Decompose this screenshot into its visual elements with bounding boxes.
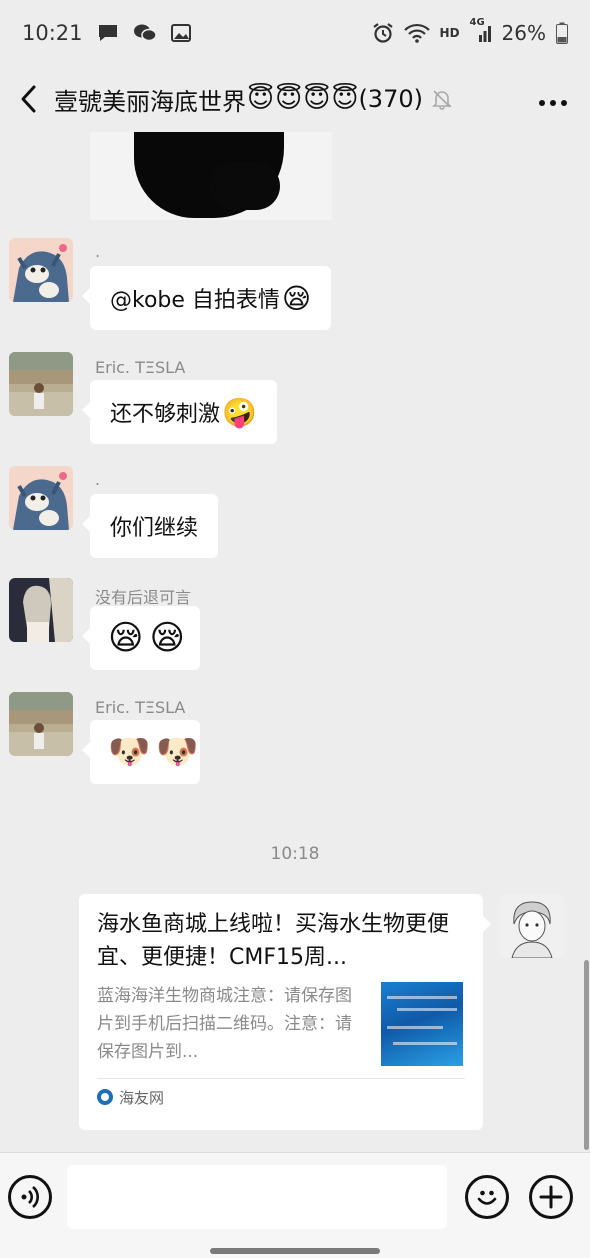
emoji-button[interactable] — [465, 1175, 509, 1219]
card-body: 蓝海海洋生物商城注意：请保存图片到手机后扫描二维码。注意：请保存图片到... — [97, 982, 465, 1066]
link-card[interactable]: 海水鱼商城上线啦！买海水生物更便宜、更便捷！CMF15周... 蓝海海洋生物商城… — [79, 894, 491, 1130]
sender-name: . — [95, 242, 101, 261]
message-emoji: 😪 — [281, 281, 312, 315]
anime-girl-avatar[interactable] — [9, 578, 73, 642]
sticker: 😪 — [108, 618, 144, 658]
title-emoji: 😇 — [331, 84, 359, 114]
title-emoji: 😇 — [247, 84, 275, 114]
title-emoji: 😇 — [303, 84, 331, 114]
message-emoji: 🤪 — [222, 395, 257, 429]
card-title: 海水鱼商城上线啦！买海水生物更便宜、更便捷！CMF15周... — [97, 912, 450, 970]
message-bubble[interactable]: 你们继续 — [81, 494, 219, 558]
card-description: 蓝海海洋生物商城注意：请保存图片到手机后扫描二维码。注意：请保存图片到... — [97, 986, 352, 1062]
home-indicator[interactable] — [210, 1248, 380, 1254]
status-right: HD 4G 26% — [372, 17, 568, 45]
voice-icon — [21, 1186, 39, 1208]
emoji-icon — [477, 1190, 497, 1205]
card-thumbnail — [381, 982, 463, 1066]
input-bar — [0, 1152, 590, 1258]
sender-name: . — [95, 470, 101, 489]
chat-title[interactable]: 壹號美丽海底世界 😇 😇 😇 😇 (370) — [54, 82, 423, 117]
status-bar: 10:21 HD 4G 26% — [0, 0, 590, 66]
wechat-icon — [133, 23, 157, 43]
sticker: 😪 — [149, 618, 185, 658]
message-text: @kobe 自拍表情 — [110, 288, 280, 313]
source-name: 海友网 — [119, 1088, 165, 1107]
sticker: 🐶 — [108, 732, 151, 772]
message-bubble[interactable]: @kobe 自拍表情 😪 — [81, 266, 332, 330]
message-icon — [97, 23, 119, 43]
source-logo-icon — [97, 1089, 113, 1105]
mute-bell-icon — [431, 88, 453, 110]
image-content — [210, 162, 280, 210]
battery-icon — [556, 22, 568, 44]
message-timestamp: 10:18 — [270, 844, 320, 864]
group-name: 壹號美丽海底世界 — [54, 87, 246, 116]
message-input[interactable] — [67, 1165, 447, 1229]
more-button[interactable] — [538, 84, 578, 114]
sticker-message[interactable]: 🐶 🐶 — [82, 720, 200, 784]
battery-text: 26% — [501, 21, 546, 45]
more-icon — [539, 100, 567, 106]
voice-button[interactable] — [8, 1175, 52, 1219]
message-bubble[interactable]: 还不够刺激 🤪 — [82, 380, 277, 444]
signal-icon: 4G — [470, 17, 492, 43]
crowd-photo-avatar[interactable] — [9, 352, 73, 416]
sticker-message[interactable]: 😪 😪 — [82, 606, 200, 670]
more-functions-button[interactable] — [529, 1175, 573, 1219]
back-button[interactable] — [12, 79, 46, 119]
network-label: HD — [439, 26, 460, 40]
status-left: 10:21 — [22, 21, 191, 45]
sender-name: Eric. TΞSLA — [95, 698, 186, 717]
status-time: 10:21 — [22, 21, 83, 45]
message-text: 还不够刺激 — [110, 402, 221, 427]
title-emoji: 😇 — [275, 84, 303, 114]
sender-name: 没有后退可言 — [95, 588, 192, 607]
scrollbar[interactable] — [584, 960, 589, 1150]
my-avatar[interactable] — [500, 894, 564, 958]
sticker: 🐶 — [156, 732, 199, 772]
sender-name: Eric. TΞSLA — [95, 358, 186, 377]
gallery-icon — [170, 23, 191, 43]
plus-icon — [539, 1185, 563, 1209]
signal-label: 4G — [469, 17, 485, 28]
tom-cat-avatar[interactable] — [9, 238, 73, 302]
back-icon — [21, 85, 36, 113]
chat-area[interactable]: . @kobe 自拍表情 😪 Eric. TΞSLA 还不够刺激 🤪 . 你们继… — [0, 132, 590, 1152]
alarm-icon — [372, 22, 394, 44]
card-source: 海友网 — [97, 1079, 465, 1115]
member-count: (370) — [358, 85, 423, 113]
crowd-photo-avatar[interactable] — [9, 692, 73, 756]
message-text: 你们继续 — [110, 516, 199, 541]
image-message[interactable] — [90, 132, 332, 220]
tom-cat-avatar[interactable] — [9, 466, 73, 530]
wifi-icon — [403, 23, 430, 43]
chat-header: 壹號美丽海底世界 😇 😇 😇 😇 (370) — [0, 66, 590, 132]
